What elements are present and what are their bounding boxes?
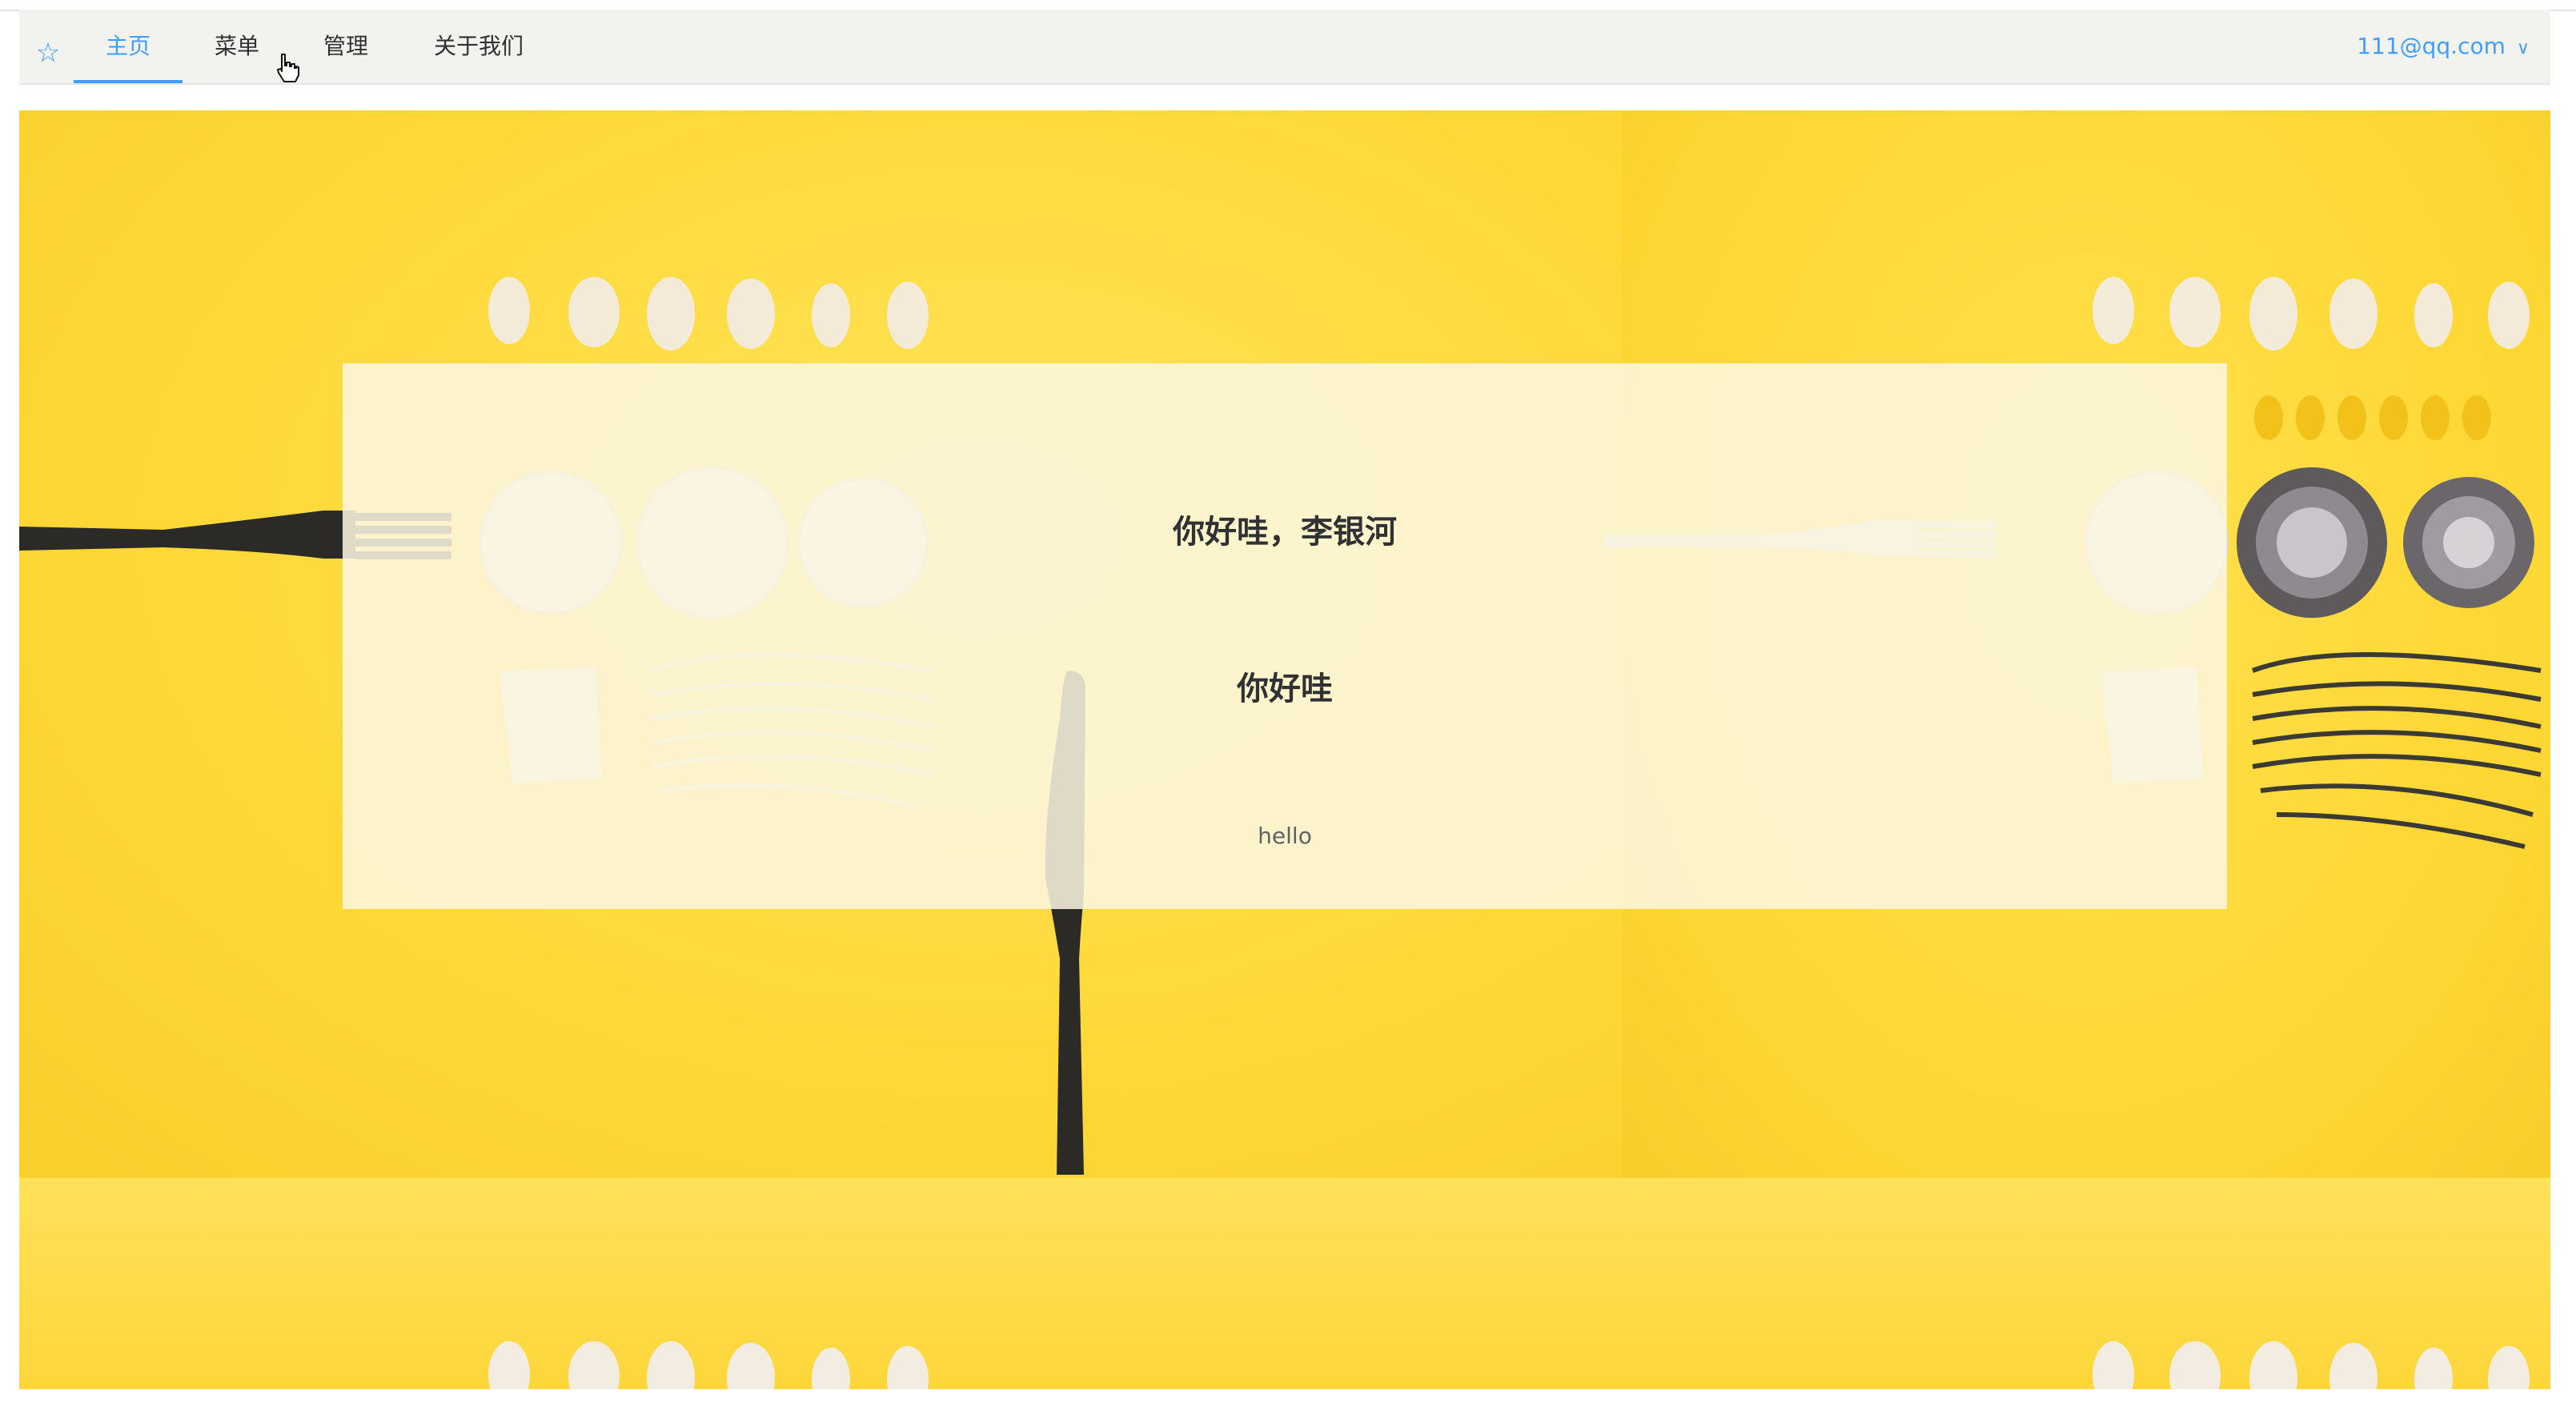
welcome-card: 你好哇，李银河 你好哇 hello [343,363,2227,909]
user-email: 111@qq.com [2357,33,2506,59]
star-icon[interactable]: ☆ [32,37,64,69]
welcome-title: 你好哇，李银河 [1173,514,1397,551]
hand-cursor-icon [277,54,299,82]
nav-item-manage[interactable]: 管理 [291,10,400,83]
nav-item-home[interactable]: 主页 [74,10,183,83]
top-navbar: ☆ 主页 菜单 管理 关于我们 111@qq.com ∨ [19,10,2550,85]
user-dropdown[interactable]: 111@qq.com ∨ [2357,10,2530,83]
nav-item-about[interactable]: 关于我们 [400,10,557,83]
welcome-subtitle: 你好哇 [1237,671,1333,707]
hero-banner: 你好哇，李银河 你好哇 hello [19,110,2550,1389]
welcome-text: hello [1258,823,1312,849]
chevron-down-icon: ∨ [2516,38,2530,58]
